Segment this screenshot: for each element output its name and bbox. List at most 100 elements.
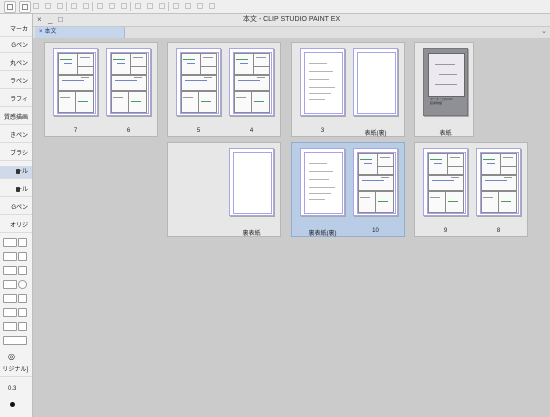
chevron-down-icon[interactable]: ⌄ xyxy=(541,27,547,35)
density-field[interactable] xyxy=(3,266,17,275)
page-thumbnail[interactable]: ヤーカ・ロGOch 起承物語 xyxy=(423,48,468,116)
sketch-stroke xyxy=(504,177,512,178)
page-thumbnail[interactable] xyxy=(106,48,151,116)
page-number-label: 6 xyxy=(126,128,131,134)
page-spread[interactable]: 76 xyxy=(44,42,158,137)
page-thumbnail[interactable] xyxy=(423,148,468,216)
sub-tool-item[interactable]: ール xyxy=(0,166,32,179)
sub-tool-item[interactable]: 丸ペン xyxy=(0,58,32,71)
opacity-field[interactable] xyxy=(3,252,17,261)
page-frame xyxy=(304,152,343,214)
invert-selection-icon[interactable] xyxy=(157,1,167,11)
open-folder-icon[interactable] xyxy=(31,1,41,11)
page-spread[interactable]: 54 xyxy=(167,42,281,137)
redo-icon[interactable] xyxy=(81,1,91,11)
select-all-icon[interactable] xyxy=(133,1,143,11)
page-spread[interactable]: 3 表紙(裏) xyxy=(291,42,405,137)
lock-toggle[interactable] xyxy=(18,238,27,247)
sub-tool-item[interactable]: マーカ xyxy=(0,24,32,37)
page-spread[interactable]: 裏表紙(裏) 10 xyxy=(291,142,405,237)
stabilization-field[interactable] xyxy=(3,294,17,303)
sub-tool-item[interactable]: ラフィ xyxy=(0,94,32,107)
sub-tool-item[interactable]: 質感描画 xyxy=(0,112,32,125)
transform-icon[interactable] xyxy=(95,1,105,11)
tab-honbun[interactable]: × 本文 xyxy=(35,27,125,38)
hardness-field[interactable] xyxy=(3,280,17,289)
snap-ruler-icon[interactable] xyxy=(183,1,193,11)
page-spread[interactable]: 裏表紙 xyxy=(167,142,281,237)
tab-label: 本文 xyxy=(44,29,57,35)
undo-icon[interactable] xyxy=(69,1,79,11)
sub-tool-group[interactable]: オリジ xyxy=(0,220,32,233)
icon-glyph xyxy=(83,3,89,9)
page-number-label: 5 xyxy=(196,128,201,134)
dropdown-button[interactable] xyxy=(18,308,27,317)
magnifier-icon[interactable]: ◎ xyxy=(8,352,15,361)
icon-glyph xyxy=(71,3,77,9)
sub-tool-label: きペン xyxy=(9,133,28,139)
sub-tool-item[interactable]: ラペン xyxy=(0,76,32,89)
sub-tool-item[interactable]: きペン xyxy=(0,130,32,143)
page-number-label: 3 xyxy=(320,128,325,134)
tab-close-icon[interactable]: × xyxy=(39,29,43,35)
page-thumbnail[interactable] xyxy=(476,148,521,216)
toolbar-separator xyxy=(130,2,131,11)
save-icon[interactable] xyxy=(43,1,53,11)
text-line xyxy=(309,99,325,100)
ruler-icon[interactable] xyxy=(171,1,181,11)
page-spread[interactable]: 98 xyxy=(414,142,528,237)
page-number-label: 10 xyxy=(372,228,379,234)
sub-tool-label: マーカ xyxy=(9,27,28,33)
page-thumbnail[interactable] xyxy=(229,148,274,216)
comic-panel xyxy=(75,91,94,113)
comic-panel xyxy=(58,91,76,113)
spacing-field[interactable] xyxy=(3,308,17,317)
sub-tool-item[interactable]: Gペン xyxy=(0,40,32,53)
page-thumbnail[interactable] xyxy=(176,48,221,116)
dropdown-button[interactable] xyxy=(18,294,27,303)
page-thumbnail[interactable] xyxy=(353,48,398,116)
brush-preset-row[interactable]: リジナル] xyxy=(0,364,32,377)
page-thumbnail[interactable] xyxy=(353,148,398,216)
print-icon[interactable] xyxy=(55,1,65,11)
brush-size-value: 0.3 xyxy=(8,386,17,392)
page-thumbnail[interactable] xyxy=(300,48,345,116)
angle-field[interactable] xyxy=(3,322,17,331)
sketch-stroke xyxy=(240,63,248,64)
dropdown-button[interactable] xyxy=(18,266,27,275)
sketch-stroke xyxy=(60,59,72,60)
comic-panel xyxy=(234,91,252,113)
document-tab-bar: × 本文 ⌄ xyxy=(33,27,550,38)
cover-illustration xyxy=(428,53,465,97)
color-circle-icon[interactable] xyxy=(18,280,27,289)
clear-icon[interactable] xyxy=(107,1,117,11)
fill-icon[interactable] xyxy=(119,1,129,11)
perspective-icon[interactable] xyxy=(207,1,217,11)
brush-size-field[interactable] xyxy=(3,238,17,247)
comic-panel xyxy=(428,153,448,175)
window-title: 本文 - CLIP STUDIO PAINT EX xyxy=(242,16,341,23)
text-line xyxy=(309,93,331,94)
toolbar-separator xyxy=(92,2,93,11)
sketch-stroke xyxy=(381,177,389,178)
comic-panel xyxy=(358,191,376,213)
sketch-stroke xyxy=(78,101,88,102)
new-file-icon[interactable] xyxy=(19,1,31,13)
expand-button[interactable] xyxy=(3,336,27,345)
sub-tool-item[interactable]: ブラシ xyxy=(0,148,32,161)
page-thumbnail[interactable] xyxy=(229,48,274,116)
sketch-stroke xyxy=(432,180,454,181)
sketch-stroke xyxy=(64,63,72,64)
dropdown-button[interactable] xyxy=(18,252,27,261)
page-thumbnail[interactable] xyxy=(300,148,345,216)
page-manager-area: 7 6 5 4 3 表紙(裏) ヤーカ・ロGOch 起承物語 表紙裏表紙 裏表紙(裏) 10 9 8 xyxy=(33,38,550,417)
brush-preset-label: リジナル] xyxy=(2,367,28,373)
sketch-stroke xyxy=(113,97,123,98)
sub-tool-item[interactable]: ール xyxy=(0,184,32,197)
snap-grid-icon[interactable] xyxy=(195,1,205,11)
page-spread[interactable]: ヤーカ・ロGOch 起承物語 表紙 xyxy=(414,42,474,137)
deselect-icon[interactable] xyxy=(145,1,155,11)
page-thumbnail[interactable] xyxy=(53,48,98,116)
sub-tool-item[interactable]: Gペン xyxy=(0,202,32,215)
dropdown-button[interactable] xyxy=(18,322,27,331)
